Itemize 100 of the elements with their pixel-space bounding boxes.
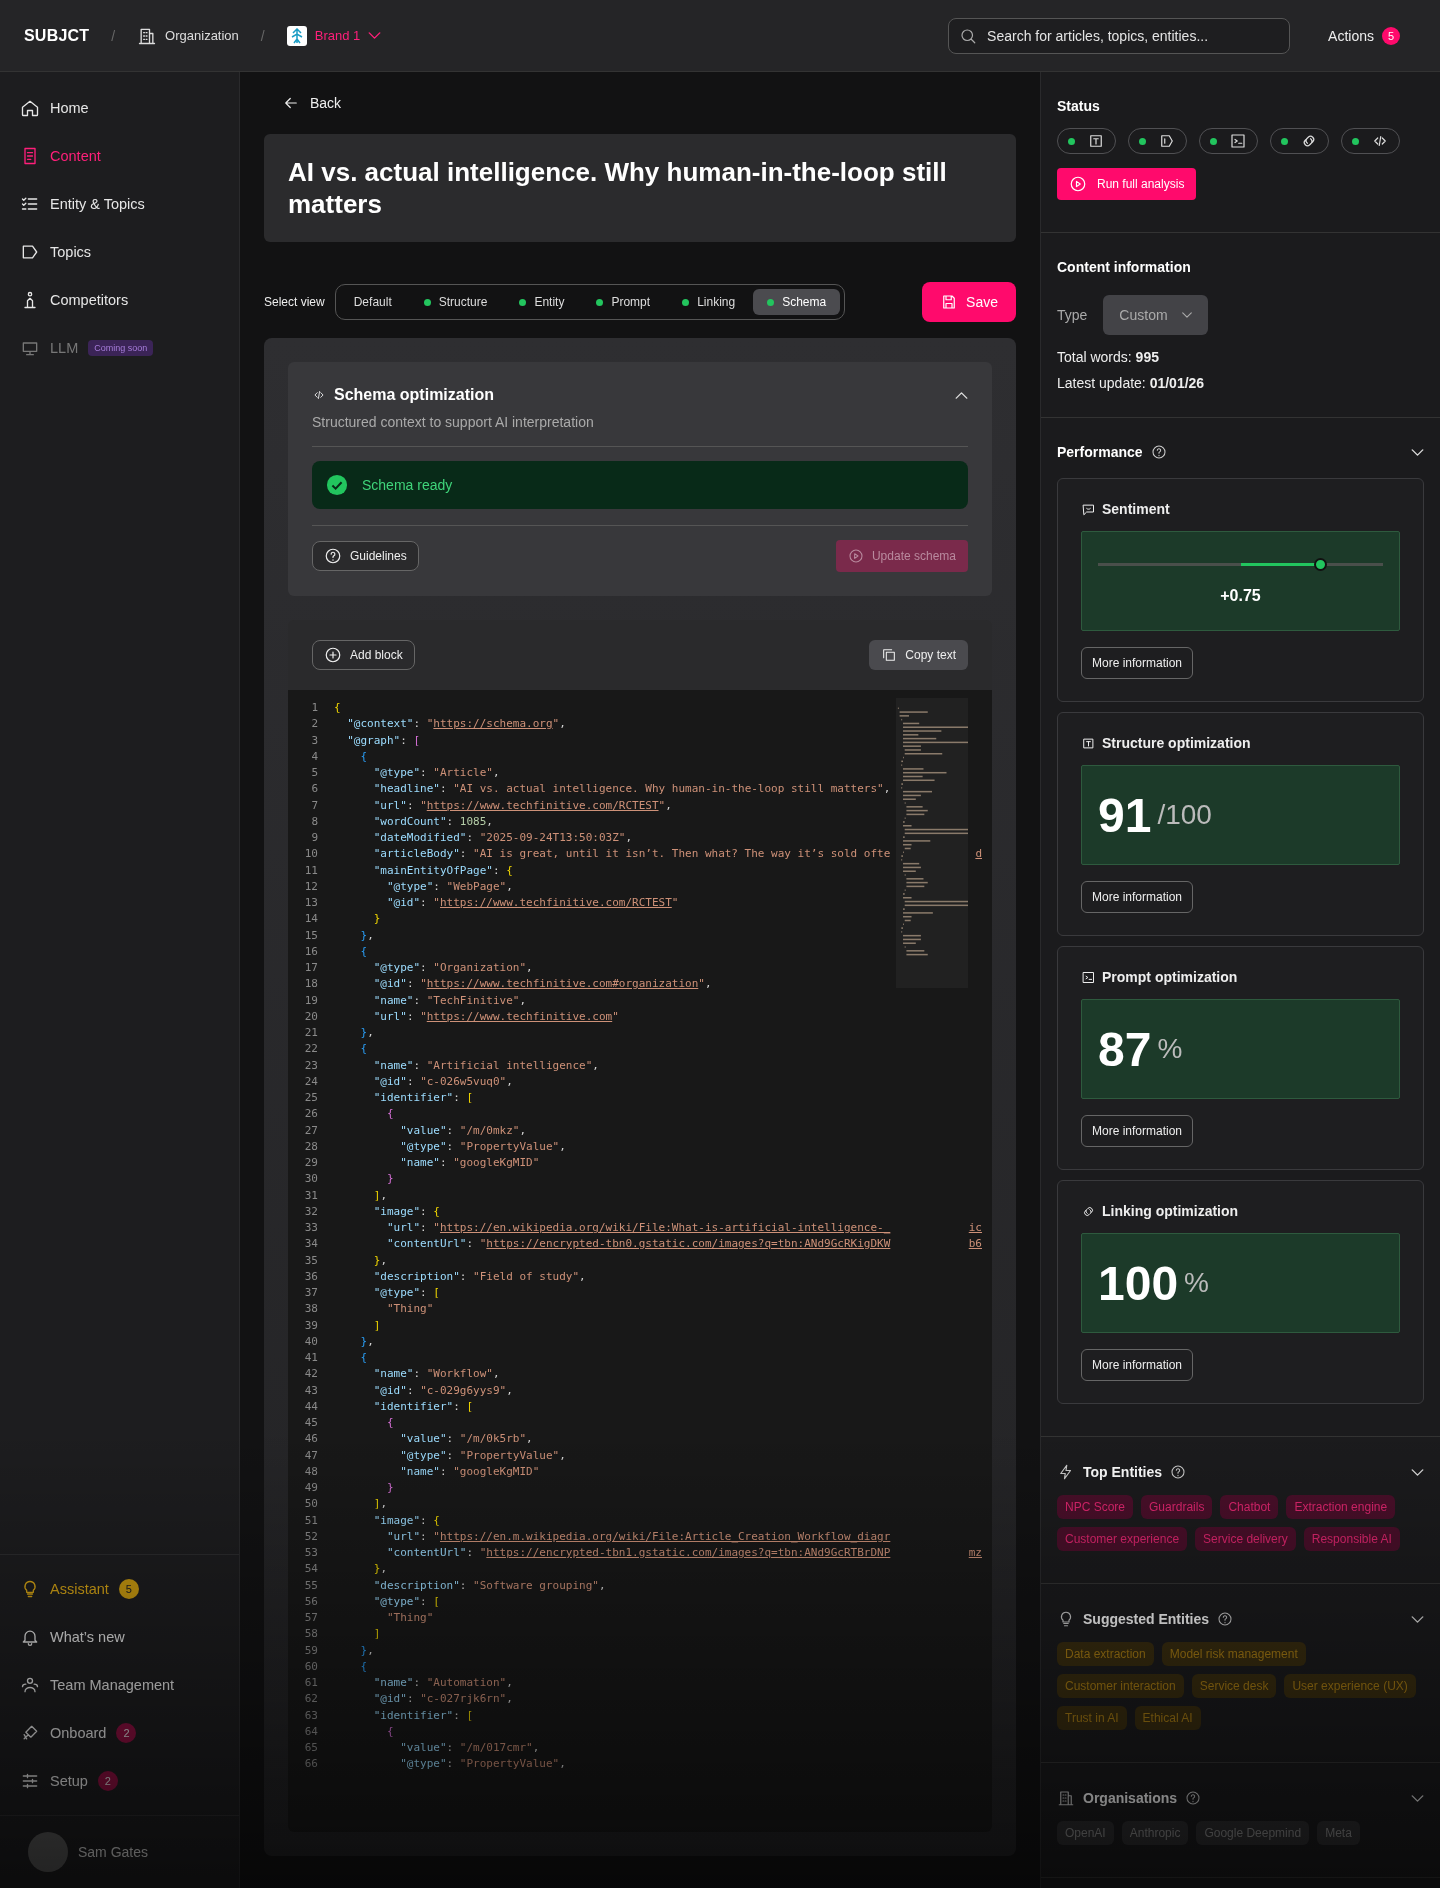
code-line: "name": "Automation", (372, 1675, 513, 1691)
sidebar-item[interactable]: Setup 2 (20, 1759, 219, 1803)
sidebar-item[interactable]: Home (20, 86, 219, 130)
line-number: 1 (310, 700, 318, 716)
code-line: }, (359, 1025, 374, 1041)
line-number: 34 (303, 1236, 318, 1253)
line-number: 2 (310, 716, 318, 733)
line-number: 15 (303, 927, 318, 944)
question-icon (324, 547, 342, 565)
section-title: Suggested Entities (1083, 1611, 1210, 1627)
code-line: "@type": "Organization", (372, 960, 533, 976)
brand-dropdown[interactable]: Brand 1 (286, 25, 382, 46)
code-line: "url": "https://en.wikipedia.org/wiki/File:What-is-artificial-intelligence-_ (386, 1220, 891, 1236)
view-tab[interactable]: Default (339, 289, 406, 315)
code-line: }, (359, 1333, 374, 1350)
section-title: Content information (1057, 259, 1192, 275)
sidebar-item[interactable]: Topics (20, 230, 219, 274)
code-line: "@id": "c-026w5vuq0", (372, 1073, 513, 1090)
code-line: }, (372, 1252, 387, 1269)
view-tab[interactable]: Schema (753, 289, 841, 315)
line-number: 8 (310, 813, 318, 830)
sidebar-item[interactable]: Competitors (20, 278, 219, 322)
entity-tag[interactable]: Model risk management (1161, 1642, 1306, 1666)
type-dropdown[interactable]: Custom (1103, 295, 1208, 335)
help-icon (1170, 1464, 1187, 1480)
line-number: 43 (303, 1382, 318, 1399)
organization-link[interactable]: Organization (137, 25, 239, 46)
code-line: "wordCount": 1085, (372, 813, 493, 830)
entity-tag[interactable]: Extraction engine (1286, 1495, 1396, 1519)
code-line: "headline": "AI vs. actual intelligence. Why human-in-the-loop still matters", (372, 781, 891, 798)
view-tab[interactable]: Linking (668, 289, 750, 315)
run-analysis-button[interactable]: Run full analysis (1057, 168, 1197, 200)
count-badge: 2 (116, 1723, 137, 1743)
code-line: "identifier": [ (372, 1707, 474, 1724)
chevron-down-icon (368, 32, 382, 39)
line-number: 59 (303, 1642, 318, 1659)
view-tab[interactable]: Prompt (582, 289, 665, 315)
entity-tag[interactable]: Data extraction (1057, 1642, 1154, 1666)
card-title: Sentiment (1102, 501, 1170, 517)
search-field[interactable]: Search for articles, topics, entities... (985, 26, 1280, 45)
sidebar-item[interactable]: Team Management (20, 1663, 219, 1707)
view-tab[interactable]: Entity (505, 289, 579, 315)
sidebar-item[interactable]: Content (20, 134, 219, 178)
line-number: 64 (303, 1723, 318, 1740)
user-name: Sam Gates (78, 1844, 149, 1860)
entity-tag[interactable]: NPC Score (1057, 1495, 1134, 1519)
line-number: 30 (303, 1171, 318, 1188)
help-icon (1150, 444, 1167, 460)
code-line: "@type": "WebPage", (386, 878, 513, 895)
line-number: 10 (303, 846, 318, 863)
code-line: "@type": "Article", (372, 765, 500, 781)
breadcrumb-separator: / (260, 27, 265, 44)
code-line: "mainEntityOfPage": { (372, 862, 513, 879)
sidebar-item[interactable]: What’s new (20, 1615, 219, 1659)
sidebar-item[interactable]: Onboard 2 (20, 1711, 219, 1755)
score-value: 91 (1098, 787, 1152, 843)
more-information-button[interactable]: More information (1081, 1349, 1194, 1381)
view-tab[interactable]: Structure (409, 289, 502, 315)
guidelines-button[interactable]: Guidelines (312, 541, 419, 571)
card-title: Structure optimization (1102, 735, 1251, 751)
more-information-button[interactable]: More information (1081, 647, 1194, 679)
entity-tag[interactable]: Guardrails (1141, 1495, 1213, 1519)
card-title: Linking optimization (1102, 1203, 1239, 1219)
sidebar-item[interactable]: Entity & Topics (20, 182, 219, 226)
line-number: 56 (303, 1593, 318, 1610)
code-line: ], (372, 1496, 387, 1513)
copy-text-button[interactable]: Copy text (869, 640, 968, 670)
line-number: 4 (310, 748, 318, 765)
line-number: 6 (310, 781, 318, 798)
code-line: ], (372, 1187, 387, 1204)
line-number: 20 (303, 1008, 318, 1025)
line-number: 31 (303, 1187, 318, 1204)
actions-button[interactable]: Actions 5 (1322, 25, 1406, 46)
code-fragment: d (975, 846, 982, 863)
more-information-button[interactable]: More information (1081, 1115, 1194, 1147)
line-number: 62 (303, 1691, 318, 1708)
save-button[interactable]: Save (922, 282, 1016, 322)
back-button[interactable]: Back (282, 88, 342, 118)
line-number: 12 (303, 878, 318, 895)
score-unit: % (1157, 1033, 1183, 1065)
line-number: 52 (303, 1528, 318, 1545)
chevron-down-icon (1411, 448, 1424, 456)
collapse-button[interactable] (955, 391, 968, 399)
text-box-icon (1081, 735, 1096, 751)
code-line: "contentUrl": "https://encrypted-tbn0.gstatic.com/images?q=tbn:ANd9GcRKigDKW (386, 1236, 891, 1253)
entity-tag[interactable]: Service delivery (1195, 1527, 1296, 1551)
add-block-button[interactable]: Add block (312, 640, 415, 670)
score-unit: /100 (1157, 799, 1212, 831)
entity-tag[interactable]: Customer experience (1057, 1527, 1188, 1551)
search-bar[interactable]: Search for articles, topics, entities... (948, 17, 1291, 54)
entity-tag[interactable]: Chatbot (1220, 1495, 1279, 1519)
code-line: "description": "Software grouping", (372, 1577, 606, 1594)
entity-tag[interactable]: Responsible AI (1303, 1527, 1400, 1551)
code-line: "articleBody": "AI is great, until it isn’t. Then what? The way it’s sold ofte (372, 846, 891, 863)
total-words-text: Total words: 995 (1057, 349, 1160, 365)
sidebar-item[interactable]: Assistant 5 (20, 1567, 219, 1611)
line-number: 61 (303, 1675, 318, 1691)
code-line: "value": "/m/0mkz", (399, 1122, 527, 1139)
chevron-up-icon (955, 391, 968, 399)
more-information-button[interactable]: More information (1081, 881, 1194, 913)
